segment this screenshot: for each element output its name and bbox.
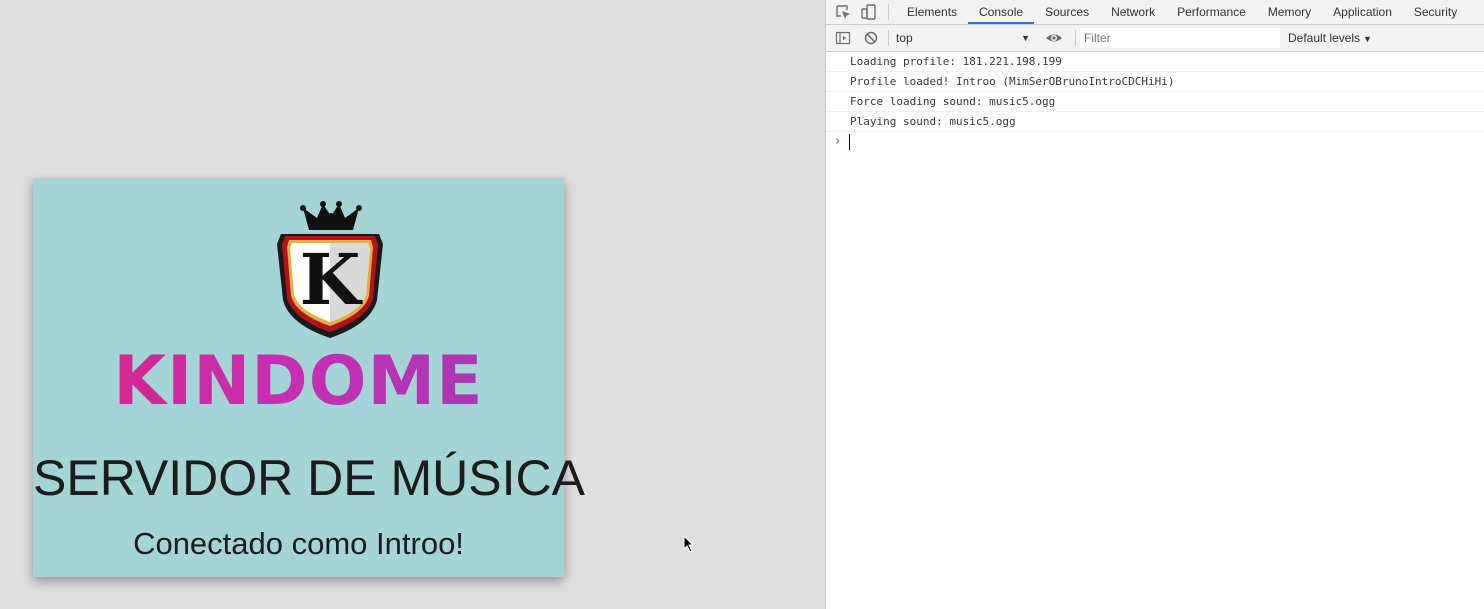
server-card: K KINDOME SERVIDOR DE MÚSICA Conectado c… [33, 178, 585, 577]
dropdown-arrow-icon: ▼ [1363, 34, 1372, 44]
toolbar-divider [1075, 30, 1076, 46]
tab-performance[interactable]: Performance [1166, 0, 1257, 24]
inspect-element-icon[interactable] [834, 3, 852, 21]
sidebar-toggle-icon[interactable] [834, 29, 852, 47]
devtools-panel: Elements Console Sources Network Perform… [825, 0, 1484, 609]
console-filter-input[interactable] [1080, 28, 1280, 48]
tab-security[interactable]: Security [1403, 0, 1468, 24]
log-levels-dropdown[interactable]: Default levels ▼ [1288, 29, 1372, 47]
device-toolbar-icon[interactable] [860, 3, 878, 21]
kindome-crest-logo: K [277, 201, 383, 338]
console-messages: Loading profile: 181.221.198.199 Profile… [826, 52, 1484, 152]
tab-sources[interactable]: Sources [1034, 0, 1100, 24]
console-toolbar: top ▼ Default levels▼ [826, 25, 1484, 52]
console-message: Profile loaded! Introo (MimSerOBrunoIntr… [826, 72, 1484, 92]
logo-letter: K [300, 238, 363, 321]
console-input[interactable] [849, 134, 1450, 150]
console-prompt: › [826, 132, 1484, 152]
dropdown-arrow-icon: ▼ [1021, 33, 1030, 43]
brand-wordmark: KINDOME [33, 344, 564, 420]
eye-icon[interactable] [1045, 29, 1063, 47]
devtools-tabs: Elements Console Sources Network Perform… [896, 0, 1468, 25]
page-viewport: K KINDOME SERVIDOR DE MÚSICA Conectado c… [0, 0, 825, 609]
console-message: Playing sound: music5.ogg [826, 112, 1484, 132]
connection-status: Conectado como Introo! [133, 526, 464, 561]
console-message: Loading profile: 181.221.198.199 [826, 52, 1484, 72]
context-selector[interactable]: top ▼ [896, 29, 1030, 47]
clear-console-icon[interactable] [862, 29, 880, 47]
mouse-cursor-icon [683, 535, 695, 553]
toolbar-divider [888, 30, 889, 46]
toolbar-divider [888, 4, 889, 20]
tab-elements[interactable]: Elements [896, 0, 968, 24]
tab-memory[interactable]: Memory [1257, 0, 1322, 24]
tab-console[interactable]: Console [968, 0, 1035, 24]
log-levels-label: Default levels [1288, 31, 1361, 45]
tab-application[interactable]: Application [1322, 0, 1403, 24]
context-selector-value: top [896, 31, 913, 45]
console-message: Force loading sound: music5.ogg [826, 92, 1484, 112]
tab-network[interactable]: Network [1100, 0, 1166, 24]
page-headline: SERVIDOR DE MÚSICA [33, 450, 585, 506]
devtools-tab-bar: Elements Console Sources Network Perform… [826, 0, 1484, 25]
chevron-prompt-icon: › [835, 134, 841, 149]
